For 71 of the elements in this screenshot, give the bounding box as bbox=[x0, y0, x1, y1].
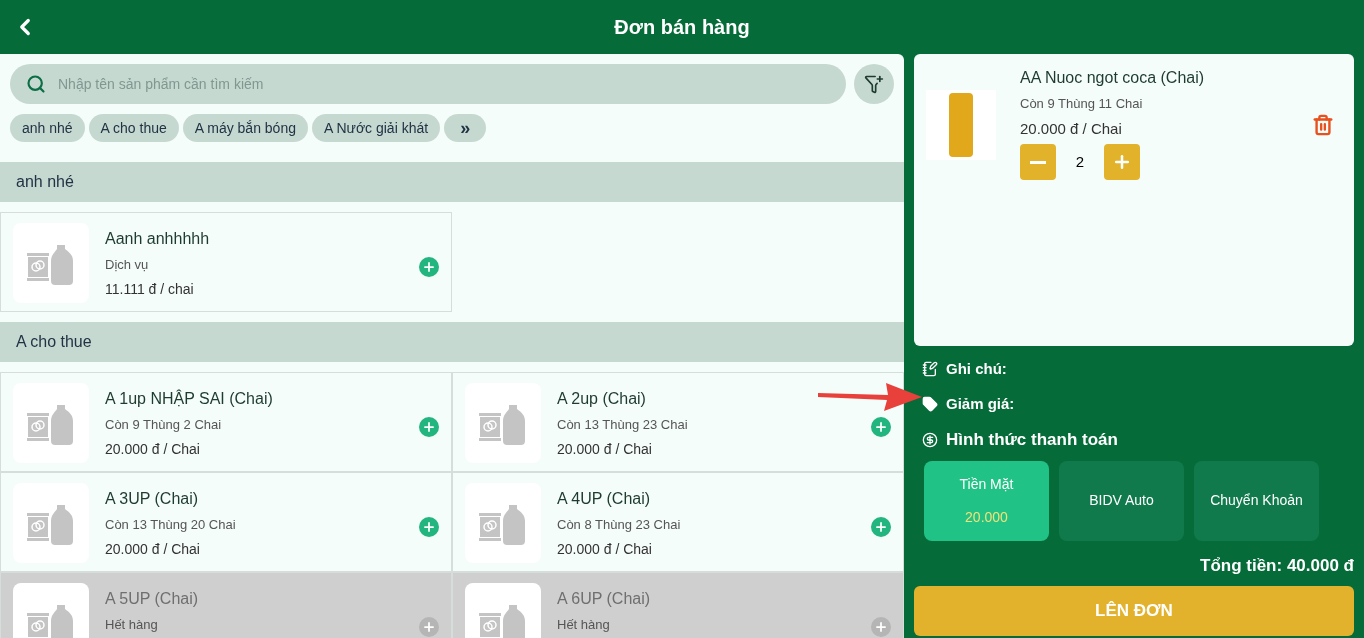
product-stock: Còn 13 Thùng 23 Chai bbox=[557, 416, 689, 434]
product-price: 20.000 đ / Chai bbox=[105, 439, 201, 459]
product-name: A 4UP (Chai) bbox=[557, 489, 652, 509]
search-field[interactable]: Nhập tên sản phẩm cần tìm kiếm bbox=[10, 64, 846, 104]
payment-icon bbox=[922, 431, 938, 448]
product-card[interactable]: A 5UP (Chai) Hết hàng bbox=[0, 572, 452, 638]
product-name: Aanh anhhhhh bbox=[105, 229, 211, 249]
plus-icon bbox=[422, 520, 436, 534]
delete-button[interactable] bbox=[1312, 114, 1334, 136]
product-card[interactable]: Aanh anhhhhh Dịch vụ 11.111 đ / chai bbox=[0, 212, 452, 312]
tag-icon bbox=[922, 395, 938, 412]
product-price: 20.000 đ / Chai bbox=[105, 539, 201, 559]
quantity-value[interactable]: 2 bbox=[1056, 150, 1104, 174]
plus-icon bbox=[422, 260, 436, 274]
plus-icon bbox=[874, 420, 888, 434]
add-button[interactable] bbox=[871, 517, 891, 537]
product-stock: Còn 8 Thùng 23 Chai bbox=[557, 516, 682, 534]
product-name: A 5UP (Chai) bbox=[105, 589, 200, 609]
total-amount: Tổng tiền: 40.000 đ bbox=[1200, 554, 1354, 577]
payment-label: Hình thức thanh toán bbox=[946, 429, 1118, 451]
add-button[interactable] bbox=[871, 617, 891, 637]
add-button[interactable] bbox=[419, 257, 439, 277]
minus-icon bbox=[1030, 160, 1046, 164]
search-icon bbox=[26, 74, 46, 94]
plus-icon bbox=[1112, 152, 1132, 172]
product-stock: Còn 13 Thùng 20 Chai bbox=[105, 516, 237, 534]
discount-label[interactable]: Giảm giá: bbox=[946, 392, 1015, 415]
payment-option[interactable]: Chuyển Khoản bbox=[1194, 460, 1319, 541]
plus-icon bbox=[422, 620, 436, 634]
cart-item-stock: Còn 9 Thùng 11 Chai bbox=[1020, 95, 1144, 113]
add-button[interactable] bbox=[419, 517, 439, 537]
product-card[interactable]: A 2up (Chai) Còn 13 Thùng 23 Chai 20.000 đ / Chai bbox=[452, 372, 904, 472]
product-name: A 3UP (Chai) bbox=[105, 489, 200, 509]
add-button[interactable] bbox=[419, 417, 439, 437]
payment-option[interactable]: BIDV Auto bbox=[1059, 460, 1184, 541]
cart-item-price: 20.000 đ / Chai bbox=[1020, 118, 1123, 139]
section-header: A cho thue bbox=[0, 322, 904, 362]
product-price: 20.000 đ / Chai bbox=[557, 439, 653, 459]
category-chip[interactable]: A Nước giải khát bbox=[311, 114, 441, 142]
plus-icon bbox=[874, 520, 888, 534]
category-chip[interactable]: A máy bắn bóng bbox=[182, 114, 308, 142]
decrease-button[interactable] bbox=[1020, 144, 1056, 180]
more-chip[interactable]: » bbox=[444, 114, 487, 142]
product-stock: Dịch vụ bbox=[105, 256, 150, 274]
add-button[interactable] bbox=[871, 417, 891, 437]
plus-icon bbox=[422, 420, 436, 434]
filter-icon bbox=[864, 74, 884, 94]
cart-item-name: AA Nuoc ngot coca (Chai) bbox=[1020, 68, 1206, 88]
product-price: 11.111 đ / chai bbox=[105, 279, 195, 299]
product-stock: Hết hàng bbox=[557, 616, 611, 634]
section-header: anh nhé bbox=[0, 162, 904, 202]
note-label[interactable]: Ghi chú: bbox=[946, 358, 1007, 381]
product-name: A 2up (Chai) bbox=[557, 389, 647, 409]
product-name: A 6UP (Chai) bbox=[557, 589, 652, 609]
plus-icon bbox=[874, 620, 888, 634]
filter-button[interactable] bbox=[854, 64, 894, 104]
note-icon bbox=[922, 361, 938, 378]
product-price: 20.000 đ / Chai bbox=[557, 539, 653, 559]
product-stock: Còn 9 Thùng 2 Chai bbox=[105, 416, 223, 434]
product-name: A 1up NHẬP SAI (Chai) bbox=[105, 388, 274, 409]
product-card[interactable]: A 6UP (Chai) Hết hàng bbox=[452, 572, 904, 638]
category-chip[interactable]: anh nhé bbox=[10, 114, 85, 142]
page-title: Đơn bán hàng bbox=[614, 15, 750, 40]
product-stock: Hết hàng bbox=[105, 616, 159, 634]
product-photo bbox=[926, 90, 996, 160]
product-card[interactable]: A 1up NHẬP SAI (Chai) Còn 9 Thùng 2 Chai 20.000 đ / Chai bbox=[0, 372, 452, 472]
increase-button[interactable] bbox=[1104, 144, 1140, 180]
category-chip[interactable]: A cho thue bbox=[88, 114, 179, 142]
product-card[interactable]: A 4UP (Chai) Còn 8 Thùng 23 Chai 20.000 đ / Chai bbox=[452, 472, 904, 572]
product-card[interactable]: A 3UP (Chai) Còn 13 Thùng 20 Chai 20.000 đ / Chai bbox=[0, 472, 452, 572]
add-button[interactable] bbox=[419, 617, 439, 637]
